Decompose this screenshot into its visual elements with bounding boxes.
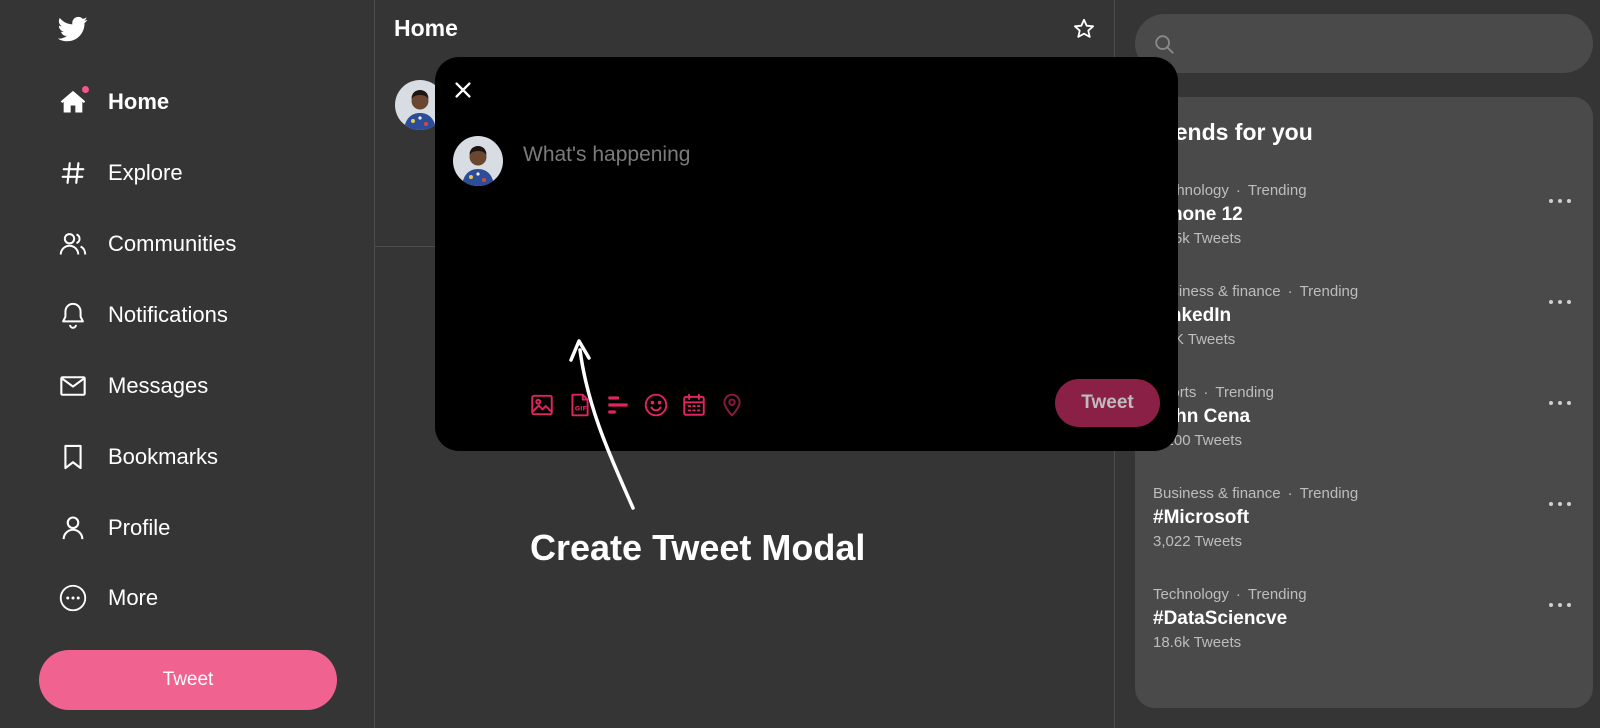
trend-name: #Microsoft bbox=[1153, 507, 1250, 528]
modal-tweet-button[interactable]: Tweet bbox=[1055, 379, 1160, 427]
sidebar-item-label: Home bbox=[108, 89, 170, 114]
emoji-icon[interactable] bbox=[643, 392, 669, 418]
trend-count: 3,022 Tweets bbox=[1153, 533, 1242, 550]
page-title: Home bbox=[394, 15, 458, 41]
sidebar-item-bookmarks[interactable]: Bookmarks bbox=[58, 437, 218, 477]
sidebar-item-home[interactable]: Home bbox=[58, 82, 169, 122]
separator: · bbox=[1287, 485, 1293, 502]
trend-item[interactable]: Business & finance · Trending LinkedIn 5.1… bbox=[1135, 283, 1593, 375]
trends-panel: Trends for you Technology · Trending iPhon… bbox=[1135, 97, 1593, 708]
trend-item[interactable]: Technology · Trending iPhone 12 10.5k Twee… bbox=[1135, 182, 1593, 274]
separator: · bbox=[1235, 182, 1241, 199]
sidebar-item-label: More bbox=[108, 585, 159, 610]
bookmark-icon bbox=[58, 442, 88, 472]
trend-item[interactable]: Technology · Trending #DataSciencve 18.6k … bbox=[1135, 586, 1593, 678]
sidebar: Home Explore Communities Notifications M… bbox=[0, 0, 374, 728]
trend-status: Trending bbox=[1247, 586, 1307, 603]
trend-count: 18.6k Tweets bbox=[1153, 634, 1242, 651]
search-input[interactable] bbox=[1189, 14, 1579, 73]
search-icon bbox=[1155, 35, 1174, 54]
sidebar-item-label: Bookmarks bbox=[108, 444, 219, 469]
sidebar-item-label: Profile bbox=[108, 515, 171, 540]
close-icon[interactable] bbox=[452, 79, 474, 101]
person-icon bbox=[58, 513, 88, 543]
more-options-icon[interactable] bbox=[1549, 196, 1571, 206]
bell-icon bbox=[58, 300, 88, 330]
envelope-icon bbox=[58, 371, 88, 401]
search-bar[interactable] bbox=[1135, 14, 1593, 73]
create-tweet-modal: GIF Tweet bbox=[435, 57, 1178, 451]
trend-item[interactable]: Sports·Trending John Cena 3,100 Tweets bbox=[1135, 384, 1593, 476]
hashtag-icon bbox=[58, 158, 88, 188]
twitter-bird-icon[interactable] bbox=[58, 14, 88, 44]
users-icon bbox=[58, 229, 88, 259]
sidebar-item-label: Explore bbox=[108, 160, 183, 185]
sidebar-item-label: Messages bbox=[108, 373, 209, 398]
trend-category: Business & finance bbox=[1153, 485, 1281, 502]
trend-status: Trending bbox=[1299, 283, 1359, 300]
image-icon[interactable] bbox=[529, 392, 555, 418]
separator: · bbox=[1235, 586, 1241, 603]
home-icon bbox=[58, 86, 89, 117]
tweet-compose-input[interactable] bbox=[523, 143, 1143, 343]
trend-status: Trending bbox=[1247, 182, 1307, 199]
trend-category: Technology bbox=[1153, 586, 1229, 603]
trend-meta: Technology · Trending bbox=[1153, 586, 1307, 603]
more-options-icon[interactable] bbox=[1549, 499, 1571, 509]
sidebar-item-more[interactable]: More bbox=[58, 578, 158, 618]
more-options-icon[interactable] bbox=[1549, 297, 1571, 307]
sidebar-item-notifications[interactable]: Notifications bbox=[58, 295, 228, 335]
separator: · bbox=[1203, 384, 1209, 401]
trend-meta: Business & finance · Trending bbox=[1153, 485, 1358, 502]
annotation-arrow bbox=[569, 339, 635, 510]
star-icon[interactable] bbox=[1072, 17, 1096, 41]
trend-name: #DataSciencve bbox=[1153, 608, 1288, 629]
sidebar-item-label: Communities bbox=[108, 231, 237, 256]
trend-status: Trending bbox=[1215, 384, 1275, 401]
trend-item[interactable]: Business & finance · Trending #Microsoft 3… bbox=[1135, 485, 1593, 577]
more-options-icon[interactable] bbox=[1549, 398, 1571, 408]
sidebar-item-label: Notifications bbox=[108, 302, 228, 327]
more-options-icon[interactable] bbox=[1549, 600, 1571, 610]
location-icon[interactable] bbox=[719, 392, 745, 418]
schedule-icon[interactable] bbox=[681, 392, 707, 418]
sidebar-item-explore[interactable]: Explore bbox=[58, 153, 183, 193]
trend-meta: Business & finance · Trending bbox=[1153, 283, 1358, 300]
notification-dot bbox=[82, 86, 89, 93]
avatar bbox=[453, 136, 503, 186]
trend-status: Trending bbox=[1299, 485, 1359, 502]
sidebar-item-profile[interactable]: Profile bbox=[58, 508, 170, 548]
more-circle-icon bbox=[58, 583, 88, 613]
sidebar-item-communities[interactable]: Communities bbox=[58, 224, 236, 264]
separator: · bbox=[1287, 283, 1293, 300]
tweet-button[interactable]: Tweet bbox=[39, 650, 337, 710]
sidebar-item-messages[interactable]: Messages bbox=[58, 366, 208, 406]
annotation-caption: Create Tweet Modal bbox=[530, 527, 866, 568]
